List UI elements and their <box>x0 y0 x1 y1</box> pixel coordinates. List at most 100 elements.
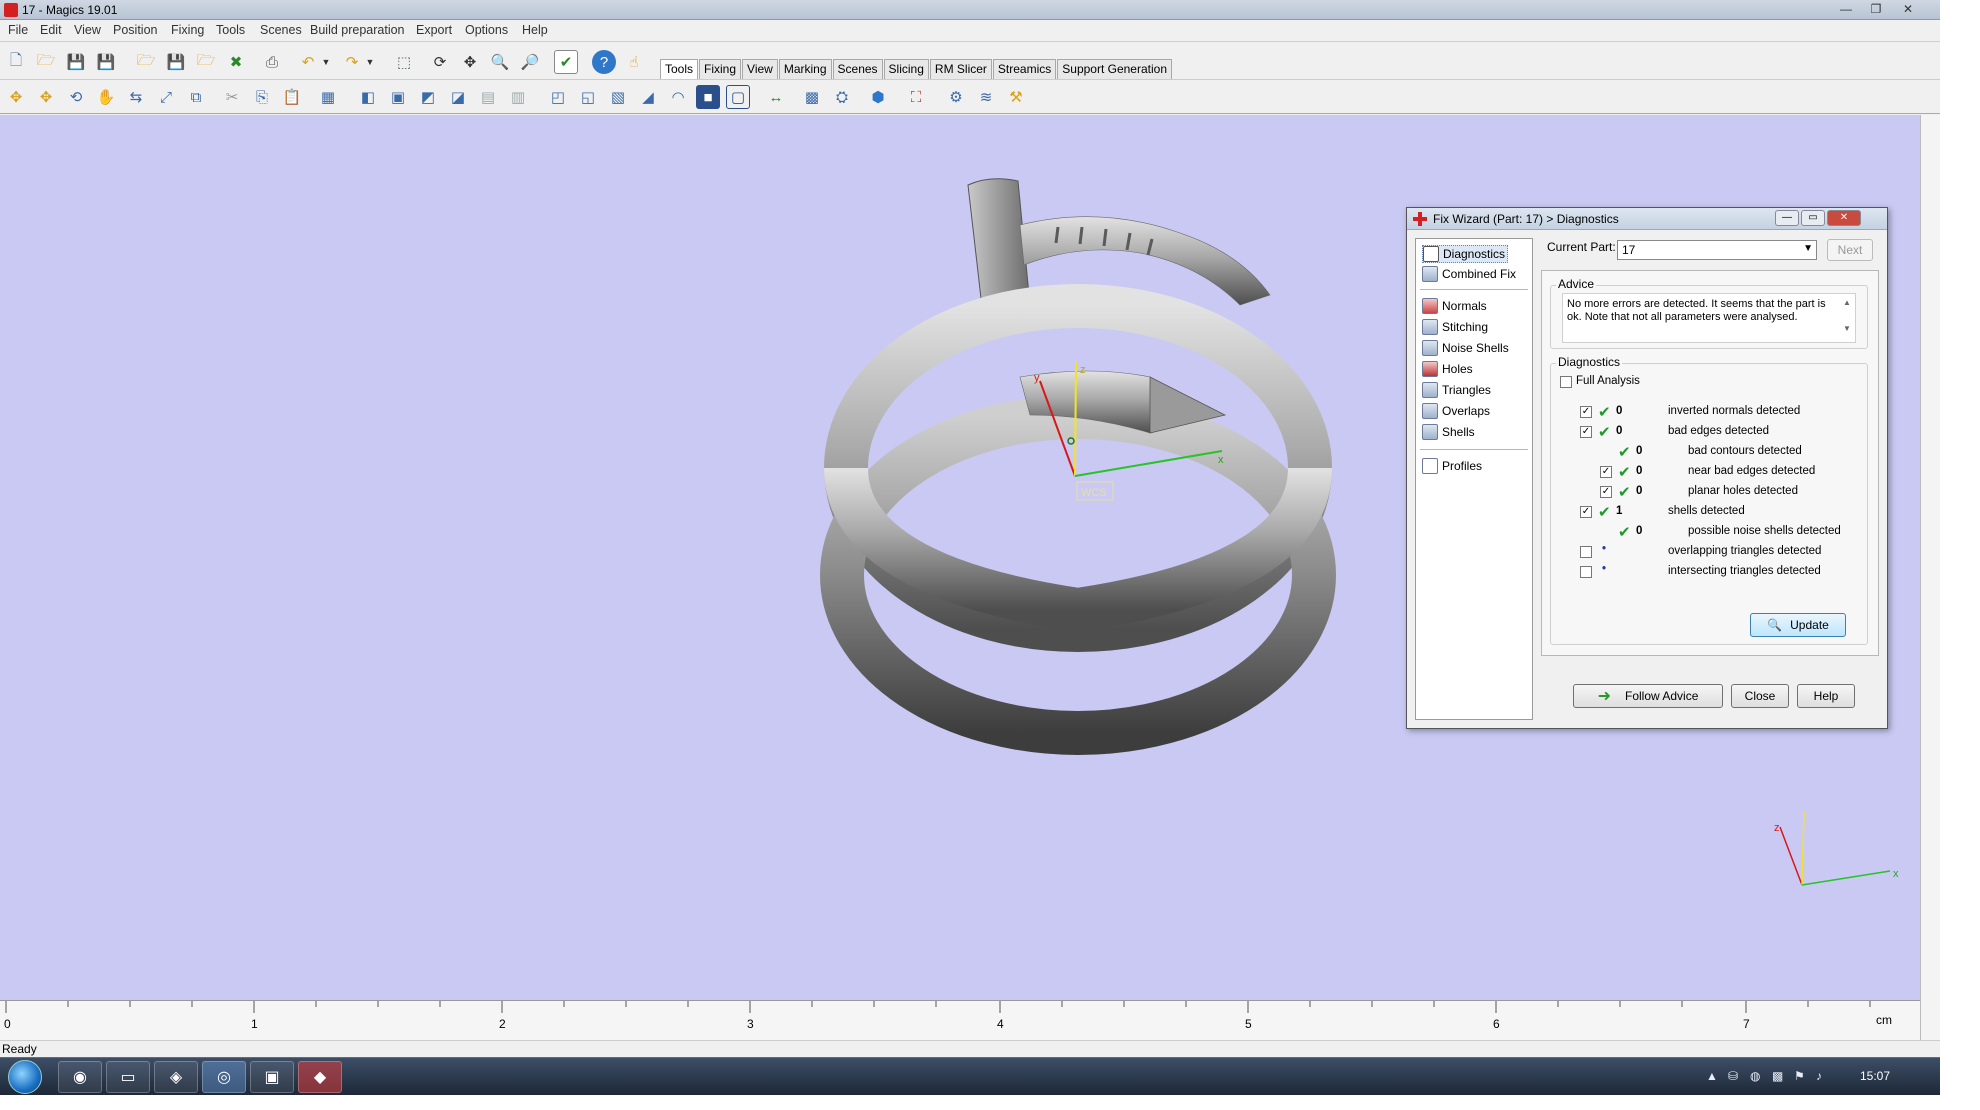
menu-options[interactable]: Options <box>465 23 508 37</box>
box-view-icon[interactable]: ◰ <box>546 85 570 109</box>
app-taskbar-icon[interactable]: ◎ <box>202 1061 246 1093</box>
tab-marking[interactable]: Marking <box>778 59 832 79</box>
explorer-taskbar-icon[interactable]: ▭ <box>106 1061 150 1093</box>
media-taskbar-icon[interactable]: ◈ <box>154 1061 198 1093</box>
extrude-icon[interactable]: ▤ <box>476 85 500 109</box>
diag-checkbox[interactable]: ✓ <box>1580 506 1592 518</box>
fix-wizard-icon[interactable]: ⬢ <box>866 85 890 109</box>
pan-view-icon[interactable]: ✥ <box>458 50 482 74</box>
help-button[interactable]: Help <box>1797 684 1855 708</box>
tray-app-icon[interactable]: ▩ <box>1772 1069 1783 1083</box>
magics-taskbar-icon[interactable]: ◆ <box>298 1061 342 1093</box>
nav-diagnostics[interactable]: Diagnostics <box>1422 245 1509 263</box>
tab-view[interactable]: View <box>742 59 778 79</box>
section-icon[interactable]: ▧ <box>606 85 630 109</box>
tab-rm-slicer[interactable]: RM Slicer <box>929 59 992 79</box>
diag-checkbox[interactable]: ✓ <box>1600 486 1612 498</box>
tab-streamics[interactable]: Streamics <box>992 59 1057 79</box>
check-icon[interactable]: ✔ <box>554 50 578 74</box>
nav-overlaps[interactable]: Overlaps <box>1422 402 1490 420</box>
triangle-reduction-icon[interactable]: ⛶ <box>904 85 928 109</box>
offset-icon[interactable]: ◩ <box>416 85 440 109</box>
new-file-icon[interactable]: 🗋 <box>4 50 28 74</box>
support-icon[interactable]: ⚙ <box>944 85 968 109</box>
rotate-interactive-icon[interactable]: ✋ <box>94 85 118 109</box>
current-part-select[interactable]: 17 ▼ <box>1617 240 1817 260</box>
dialog-minimize-button[interactable]: — <box>1775 210 1799 226</box>
coiled-nail-ring-model[interactable] <box>820 178 1336 755</box>
tray-volume-icon[interactable]: ♪ <box>1816 1069 1822 1083</box>
nav-combined-fix[interactable]: Combined Fix <box>1422 265 1516 283</box>
follow-advice-button[interactable]: ➜ Follow Advice <box>1573 684 1723 708</box>
undo-dropdown-icon[interactable]: ▼ <box>320 50 332 74</box>
solid-view-icon[interactable]: ■ <box>696 85 720 109</box>
tray-globe-icon[interactable]: ◍ <box>1750 1069 1760 1083</box>
viewport-side-strip[interactable] <box>1920 115 1940 1040</box>
minimize-button[interactable]: — <box>1832 1 1860 17</box>
nav-profiles[interactable]: Profiles <box>1422 457 1482 475</box>
tab-support-generation[interactable]: Support Generation <box>1057 59 1173 79</box>
context-help-icon[interactable]: ☝ <box>622 50 646 74</box>
zoom-window-icon[interactable]: 🔎 <box>518 50 542 74</box>
boolean-icon[interactable]: ◧ <box>356 85 380 109</box>
menu-scenes[interactable]: Scenes <box>260 23 302 37</box>
slice-icon[interactable]: ≋ <box>974 85 998 109</box>
tab-tools[interactable]: Tools <box>660 59 699 79</box>
diag-checkbox[interactable]: ✓ <box>1600 466 1612 478</box>
tray-flag-icon[interactable]: ⚑ <box>1794 1069 1805 1083</box>
full-analysis-checkbox[interactable] <box>1560 376 1572 388</box>
maximize-button[interactable]: ❐ <box>1862 1 1890 17</box>
measure-icon[interactable]: ↔ <box>764 85 788 109</box>
nav-noise-shells[interactable]: Noise Shells <box>1422 339 1509 357</box>
close-window-button[interactable]: ✕ <box>1894 1 1922 17</box>
surface-icon[interactable]: ◢ <box>636 85 660 109</box>
smooth-icon[interactable]: ◠ <box>666 85 690 109</box>
menu-export[interactable]: Export <box>416 23 452 37</box>
nav-shells[interactable]: Shells <box>1422 423 1475 441</box>
menu-view[interactable]: View <box>74 23 101 37</box>
nav-normals[interactable]: Normals <box>1422 297 1487 315</box>
cut-punch-icon[interactable]: ◪ <box>446 85 470 109</box>
save-part-icon[interactable]: 💾 <box>164 50 188 74</box>
advice-scrollbar[interactable]: ▲ ▼ <box>1843 296 1853 340</box>
next-button[interactable]: Next <box>1827 239 1873 261</box>
copy-icon[interactable]: ⎘ <box>250 85 274 109</box>
label-icon[interactable]: ⛭ <box>830 85 854 109</box>
wireframe-view-icon[interactable]: ▢ <box>726 85 750 109</box>
tray-network-icon[interactable]: ⛁ <box>1728 1069 1738 1083</box>
nesting-icon[interactable]: ▩ <box>800 85 824 109</box>
terminal-taskbar-icon[interactable]: ▣ <box>250 1061 294 1093</box>
nav-triangles[interactable]: Triangles <box>1422 381 1491 399</box>
save-as-icon[interactable]: 💾 <box>94 50 118 74</box>
undo-icon[interactable]: ↶ <box>296 50 320 74</box>
rescale-icon[interactable]: ⤢ <box>154 85 178 109</box>
open-folder-icon[interactable]: 🗁 <box>34 50 58 74</box>
part-list-icon[interactable]: ▦ <box>316 85 340 109</box>
menu-file[interactable]: File <box>8 23 28 37</box>
cut-icon[interactable]: ✂ <box>220 85 244 109</box>
help-icon[interactable]: ? <box>592 50 616 74</box>
paste-icon[interactable]: 📋 <box>280 85 304 109</box>
save-icon[interactable]: 💾 <box>64 50 88 74</box>
print-icon[interactable]: ⎙ <box>260 50 284 74</box>
diag-checkbox[interactable]: ✓ <box>1580 426 1592 438</box>
tray-expand-icon[interactable]: ▲ <box>1706 1069 1718 1083</box>
build-report-icon[interactable]: ⚒ <box>1004 85 1028 109</box>
select-part-icon[interactable]: ⬚ <box>392 50 416 74</box>
diag-checkbox[interactable] <box>1580 566 1592 578</box>
redo-icon[interactable]: ↷ <box>340 50 364 74</box>
nav-stitching[interactable]: Stitching <box>1422 318 1488 336</box>
dialog-maximize-button[interactable]: ▭ <box>1801 210 1825 226</box>
duplicate-icon[interactable]: ⧉ <box>184 85 208 109</box>
diag-checkbox[interactable]: ✓ <box>1580 406 1592 418</box>
menu-build-preparation[interactable]: Build preparation <box>310 23 405 37</box>
tab-fixing[interactable]: Fixing <box>699 59 742 79</box>
menu-fixing[interactable]: Fixing <box>171 23 204 37</box>
rotate-view-icon[interactable]: ⟳ <box>428 50 452 74</box>
redo-dropdown-icon[interactable]: ▼ <box>364 50 376 74</box>
import-part-icon[interactable]: 🗁 <box>134 50 158 74</box>
translate-to-default-icon[interactable]: ✥ <box>34 85 58 109</box>
update-button[interactable]: 🔍 Update <box>1750 613 1846 637</box>
menu-tools[interactable]: Tools <box>216 23 245 37</box>
tab-slicing[interactable]: Slicing <box>883 59 929 79</box>
